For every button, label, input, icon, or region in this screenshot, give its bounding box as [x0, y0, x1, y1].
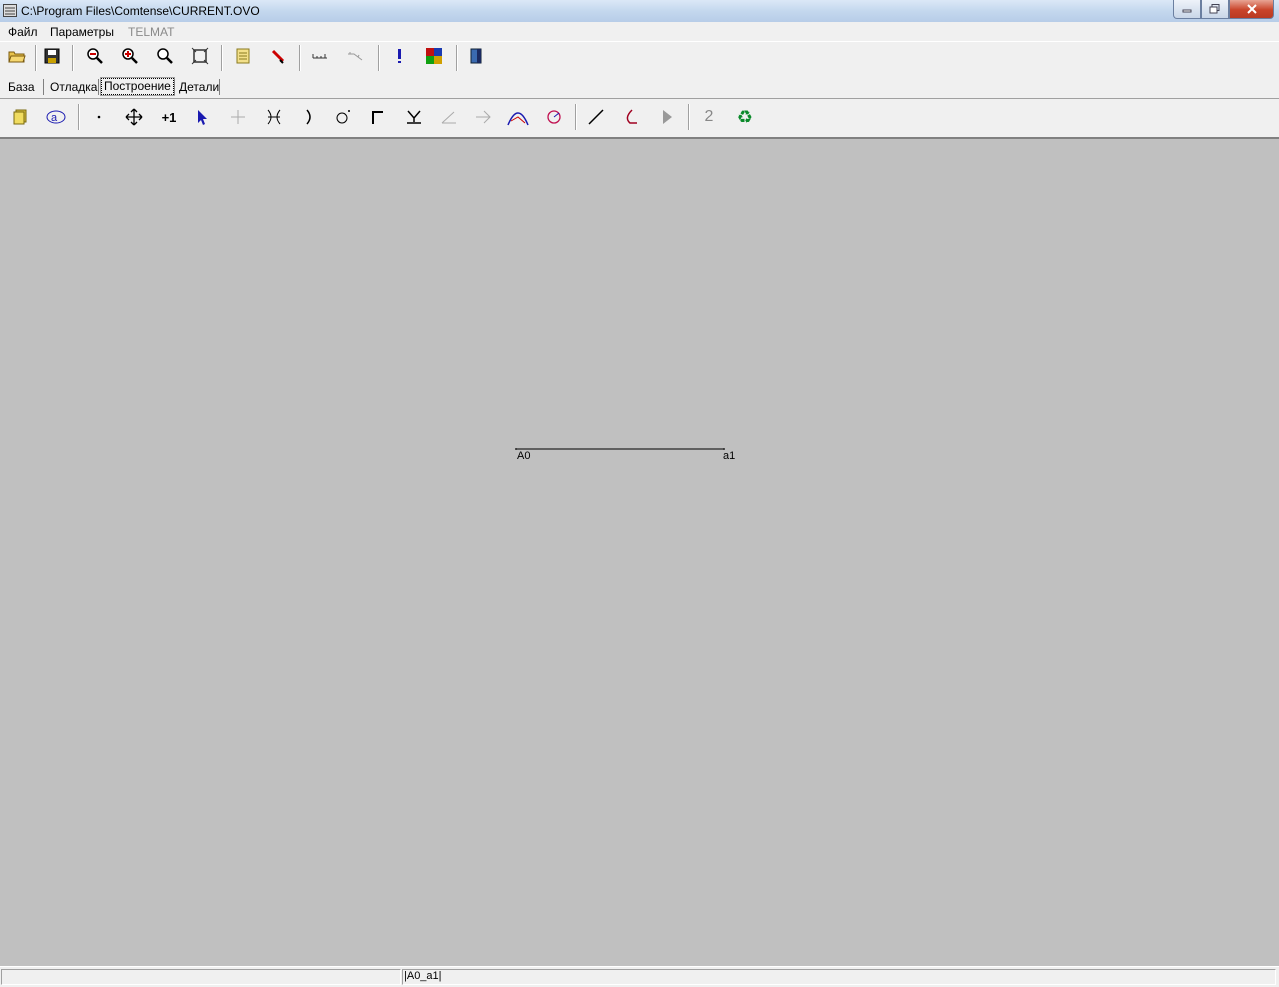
increment-icon: +1 [161, 109, 177, 125]
angle-icon [440, 108, 458, 126]
rotate-circle-icon [545, 108, 563, 126]
save-icon [44, 48, 60, 64]
segment-bisector-button[interactable] [262, 105, 286, 129]
line-icon [587, 108, 605, 126]
zoom-out-icon [86, 47, 104, 65]
at-sign-icon: a [46, 110, 66, 124]
close-button[interactable] [1229, 0, 1274, 19]
door-exit-icon [468, 48, 484, 64]
zoom-out-button[interactable] [83, 44, 107, 68]
minimize-icon [1181, 4, 1193, 14]
curve-button[interactable] [506, 105, 530, 129]
construction-toolbar: a +1 2 ♻ [0, 98, 1279, 139]
magnifier-icon [156, 47, 174, 65]
play-button[interactable] [655, 105, 679, 129]
zoom-button[interactable] [153, 44, 177, 68]
status-panel-left [1, 969, 401, 985]
arrow-right-icon [474, 108, 492, 126]
angle-button[interactable] [437, 105, 461, 129]
pin-icon [270, 48, 286, 64]
window-title: C:\Program Files\Comtense\CURRENT.OVO [21, 4, 260, 18]
zoom-in-icon [121, 47, 139, 65]
tab-construction[interactable]: Построение [100, 77, 175, 96]
menu-parameters[interactable]: Параметры [50, 25, 114, 39]
menu-file[interactable]: Файл [8, 25, 38, 39]
count-button[interactable]: 2 [697, 105, 721, 129]
close-icon [1246, 4, 1258, 14]
app-icon[interactable] [3, 4, 17, 17]
increment-button[interactable]: +1 [157, 105, 181, 129]
perpendicular-button[interactable] [402, 105, 426, 129]
direction-button[interactable] [471, 105, 495, 129]
tab-bar: База Отладка Построение Детали [0, 74, 1279, 98]
right-angle-icon [369, 108, 387, 126]
curve-icon [507, 107, 529, 127]
rotate-button[interactable] [542, 105, 566, 129]
title-bar: C:\Program Files\Comtense\CURRENT.OVO [0, 0, 1279, 23]
move-arrows-icon [125, 108, 143, 126]
restore-icon [1209, 4, 1221, 14]
tab-base[interactable]: База [8, 80, 35, 95]
bisector-icon [265, 108, 283, 126]
line-button[interactable] [584, 105, 608, 129]
two-icon: 2 [704, 108, 714, 125]
minimize-button[interactable] [1173, 0, 1201, 19]
document-icon [235, 48, 251, 64]
plus-icon [229, 108, 247, 126]
play-icon [661, 109, 673, 125]
ruler-button[interactable] [308, 44, 332, 68]
name-button[interactable]: a [44, 105, 68, 129]
stacked-pages-icon [12, 109, 28, 125]
fit-window-icon [191, 47, 209, 65]
corner-button[interactable] [366, 105, 390, 129]
status-panel-main: |A0_a1| [402, 969, 1276, 985]
zoom-in-button[interactable] [118, 44, 142, 68]
exit-button[interactable] [464, 44, 488, 68]
recycle-button[interactable]: ♻ [733, 105, 757, 129]
canvas-drawing [515, 448, 725, 450]
status-bar: |A0_a1| [0, 966, 1279, 987]
open-folder-icon [8, 48, 26, 64]
exclamation-icon [394, 48, 404, 64]
intersection-button[interactable] [226, 105, 250, 129]
drawing-canvas[interactable]: A0 a1 [0, 139, 1279, 965]
circle-button[interactable] [331, 105, 355, 129]
point-label-a1: a1 [723, 450, 736, 462]
recycle-icon: ♻ [736, 106, 754, 128]
restore-button[interactable] [1201, 0, 1229, 19]
color-palette-icon [426, 48, 442, 64]
open-button[interactable] [5, 44, 29, 68]
tab-details[interactable]: Детали [179, 80, 219, 95]
menu-bar: Файл Параметры TELMAT [0, 22, 1279, 41]
point-button[interactable] [87, 105, 111, 129]
point-icon [96, 114, 102, 120]
pin-button[interactable] [266, 44, 290, 68]
tab-debug[interactable]: Отладка [50, 80, 97, 95]
notes-button[interactable] [231, 44, 255, 68]
save-button[interactable] [40, 44, 64, 68]
measure-angle-button[interactable] [343, 44, 367, 68]
menu-telmat[interactable]: TELMAT [128, 25, 174, 39]
palette-button[interactable] [422, 44, 446, 68]
fillet-button[interactable] [619, 105, 643, 129]
point-label-a0: A0 [517, 450, 531, 462]
circle-icon [334, 108, 352, 126]
select-cursor-icon [195, 108, 213, 126]
move-button[interactable] [122, 105, 146, 129]
pages-button[interactable] [8, 105, 32, 129]
perpendicular-icon [405, 108, 423, 126]
status-text: |A0_a1| [404, 970, 442, 982]
fillet-icon [622, 108, 640, 126]
arc-icon [300, 108, 318, 126]
svg-text:a: a [51, 112, 58, 124]
select-button[interactable] [192, 105, 216, 129]
fit-view-button[interactable] [188, 44, 212, 68]
alert-button[interactable] [387, 44, 411, 68]
ruler-icon [311, 48, 329, 64]
measure-angle-icon [346, 48, 364, 64]
main-toolbar [0, 41, 1279, 75]
arc-point-button[interactable] [297, 105, 321, 129]
